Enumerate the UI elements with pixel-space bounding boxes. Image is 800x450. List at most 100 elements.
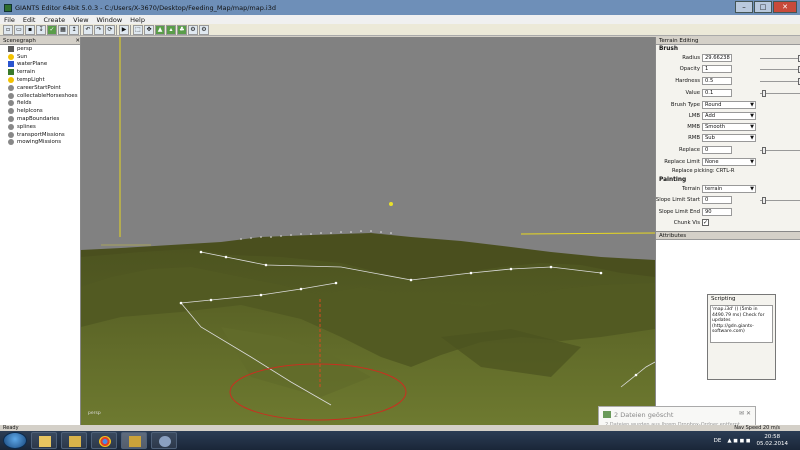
tree-item-fields[interactable]: fields xyxy=(0,100,80,108)
tree-item-mapboundaries[interactable]: mapBoundaries xyxy=(0,115,80,123)
rmb-select[interactable]: Sub ▼ xyxy=(702,134,756,142)
replace-limit-select[interactable]: None ▼ xyxy=(702,158,756,166)
radius-input[interactable]: 29.66238 xyxy=(702,54,732,62)
language-indicator[interactable]: DE xyxy=(714,438,722,444)
tree-item-label: transportMissions xyxy=(17,131,65,138)
folder-icon xyxy=(69,436,81,447)
move-tool-icon[interactable]: ✥ xyxy=(144,24,154,35)
slope-end-label: Slope Limit End xyxy=(658,209,700,215)
scripting-window[interactable]: Scripting 'map.i3d' () (5mb in 4490.79 m… xyxy=(707,294,776,380)
tree-item-label: splines xyxy=(17,123,36,130)
slope-start-input[interactable]: 0 xyxy=(702,196,732,204)
brush-type-row: Brush Type Round ▼ xyxy=(656,101,800,111)
chunk-vis-checkbox[interactable]: ✓ xyxy=(702,219,709,226)
terrain-editing-title: Terrain Editing xyxy=(659,37,699,44)
tree-item-sun[interactable]: Sun xyxy=(0,53,80,61)
menu-edit[interactable]: Edit xyxy=(23,16,36,24)
tree-item-label: tempLight xyxy=(17,77,45,84)
replace-row: Replace 0 xyxy=(656,146,800,156)
terrain-select[interactable]: terrain ▼ xyxy=(702,185,756,193)
mmb-row: MMB Smooth ▼ xyxy=(656,123,800,133)
slider-knob[interactable] xyxy=(762,147,766,154)
slope-start-slider[interactable] xyxy=(760,197,800,204)
select-tool-icon[interactable]: ⬚ xyxy=(133,24,143,35)
start-button[interactable] xyxy=(3,432,27,449)
refresh-icon[interactable]: ⟳ xyxy=(105,24,115,35)
menu-view[interactable]: View xyxy=(73,16,88,24)
replace-slider[interactable] xyxy=(760,147,800,154)
slope-end-input[interactable]: 90 xyxy=(702,208,732,216)
redo-icon[interactable]: ↷ xyxy=(94,24,104,35)
menu-window[interactable]: Window xyxy=(97,16,123,24)
clock[interactable]: 20:58 05.02.2014 xyxy=(757,434,789,448)
foliage-paint-icon[interactable]: ♣ xyxy=(177,24,187,35)
tray-icons[interactable]: ▲ ◼ ◼ ◼ xyxy=(727,438,750,444)
opacity-slider[interactable] xyxy=(760,66,800,73)
transform-icon xyxy=(8,108,14,115)
save-icon[interactable]: ▪ xyxy=(25,24,35,35)
transform-icon xyxy=(8,92,14,99)
taskbar-explorer[interactable] xyxy=(31,432,57,449)
tree-item-waterplane[interactable]: waterPlane xyxy=(0,61,80,69)
radius-slider[interactable] xyxy=(760,55,800,62)
rmb-value: Sub xyxy=(705,135,715,141)
dropbox-icon xyxy=(603,411,611,418)
replace-limit-row: Replace Limit None ▼ xyxy=(656,158,800,168)
hardness-slider[interactable] xyxy=(760,78,800,85)
new-file-icon[interactable]: ▫ xyxy=(3,24,13,35)
check-icon[interactable]: ✓ xyxy=(47,24,57,35)
taskbar-folder[interactable] xyxy=(61,432,87,449)
water-icon xyxy=(8,61,14,68)
tree-item-collectablehorseshoes[interactable]: collectableHorseshoes xyxy=(0,92,80,100)
transform-icon xyxy=(8,123,14,130)
opacity-input[interactable]: 1 xyxy=(702,65,732,73)
panel-close-icon[interactable]: ✕ xyxy=(75,38,80,44)
tree-item-templight[interactable]: tempLight xyxy=(0,76,80,84)
window-titlebar: GIANTS Editor 64bit 5.0.3 - C:/Users/X-3… xyxy=(0,0,800,15)
lmb-select[interactable]: Add ▼ xyxy=(702,112,756,120)
taskbar-chrome[interactable] xyxy=(91,432,117,449)
tree-item-splines[interactable]: splines xyxy=(0,123,80,131)
tree-item-label: mapBoundaries xyxy=(17,116,60,123)
tree-item-careerstartpoint[interactable]: careerStartPoint xyxy=(0,84,80,92)
tree-item-label: persp xyxy=(17,45,33,52)
value-slider[interactable] xyxy=(760,90,800,97)
3d-viewport[interactable]: persp xyxy=(81,37,655,425)
mmb-select[interactable]: Smooth ▼ xyxy=(702,123,756,131)
tree-item-label: waterPlane xyxy=(17,61,48,68)
slider-knob[interactable] xyxy=(762,197,766,204)
menu-create[interactable]: Create xyxy=(43,16,65,24)
terrain-sculpt-icon[interactable]: ▲ xyxy=(155,24,165,35)
replace-input[interactable]: 0 xyxy=(702,146,732,154)
settings-gear-icon[interactable]: ⚙ xyxy=(188,24,198,35)
notification-buttons[interactable]: ✉ ✕ xyxy=(739,410,751,417)
close-button[interactable]: ✕ xyxy=(773,1,797,13)
open-folder-icon[interactable]: ▭ xyxy=(14,24,24,35)
tree-item-mowingmissions[interactable]: mowingMissions xyxy=(0,139,80,147)
menu-file[interactable]: File xyxy=(4,16,15,24)
undo-icon[interactable]: ↶ xyxy=(83,24,93,35)
play-icon[interactable]: ▶ xyxy=(119,24,129,35)
chevron-down-icon: ▼ xyxy=(750,186,754,192)
scripting-log[interactable]: 'map.i3d' () (5mb in 4490.79 ms) Check f… xyxy=(710,305,773,343)
radius-row: Radius 29.66238 xyxy=(656,54,800,64)
export-icon[interactable]: ↥ xyxy=(69,24,79,35)
taskbar-giants-editor[interactable] xyxy=(121,432,147,449)
import-icon[interactable]: ↧ xyxy=(36,24,46,35)
tree-item-helpicons[interactable]: helpIcons xyxy=(0,107,80,115)
maximize-button[interactable]: □ xyxy=(754,1,772,13)
menu-help[interactable]: Help xyxy=(130,16,145,24)
radius-label: Radius xyxy=(682,55,700,61)
minimize-button[interactable]: – xyxy=(735,1,753,13)
brush-type-select[interactable]: Round ▼ xyxy=(702,101,756,109)
grid-icon[interactable]: ▦ xyxy=(58,24,68,35)
terrain-paint-icon[interactable]: ▴ xyxy=(166,24,176,35)
value-input[interactable]: 0.1 xyxy=(702,89,732,97)
tree-item-terrain[interactable]: terrain xyxy=(0,68,80,76)
slider-knob[interactable] xyxy=(762,90,766,97)
hardness-input[interactable]: 0.5 xyxy=(702,77,732,85)
taskbar-app[interactable] xyxy=(151,432,177,449)
tree-item-transportmissions[interactable]: transportMissions xyxy=(0,131,80,139)
tree-item-persp[interactable]: persp xyxy=(0,45,80,53)
options-gear-icon[interactable]: ⚙ xyxy=(199,24,209,35)
